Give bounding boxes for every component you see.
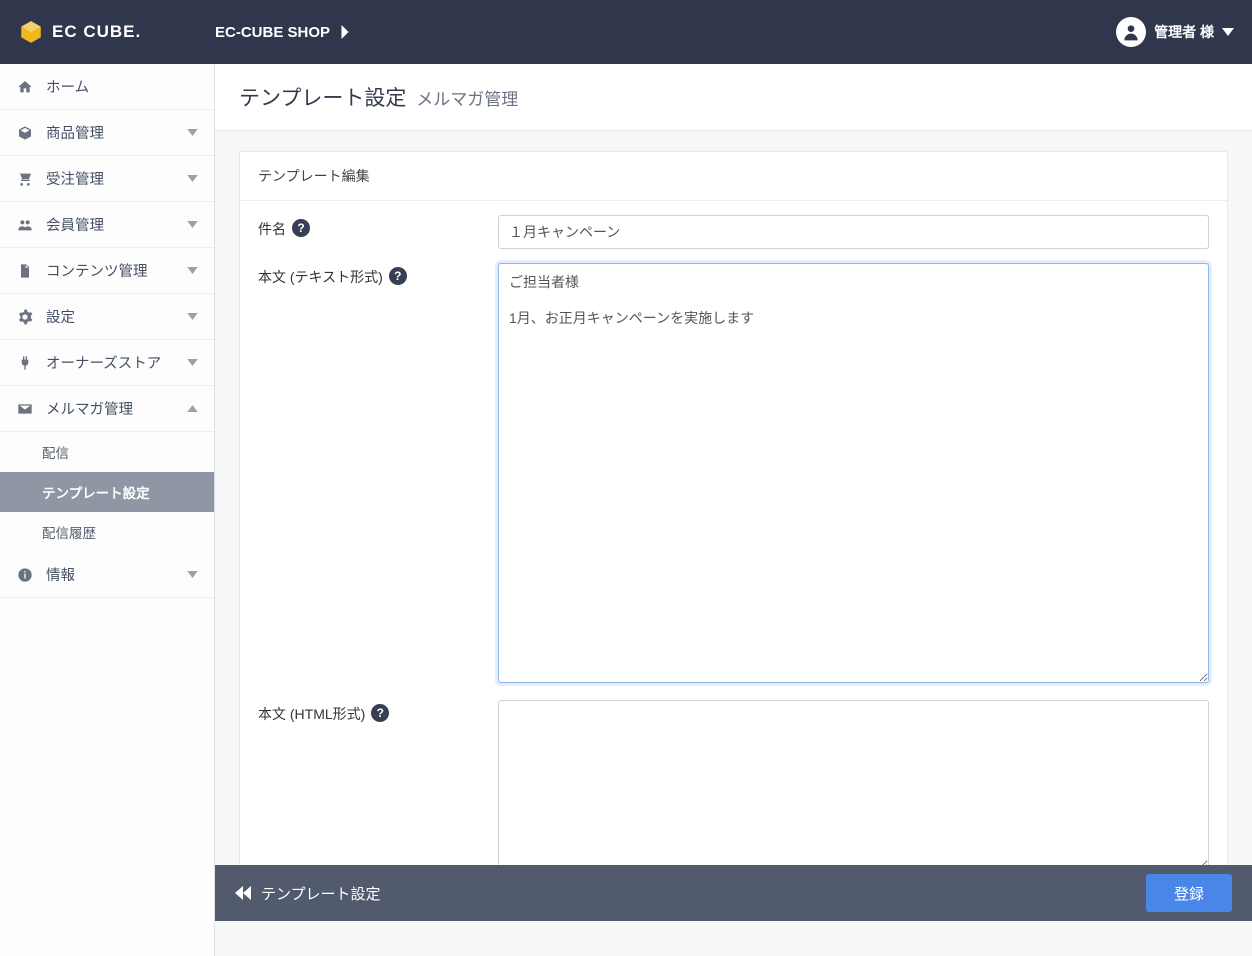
sidebar-item-owner-store[interactable]: オーナーズストア [0,340,214,386]
brand-text: EC CUBE. [52,22,141,42]
cube-icon [16,125,34,141]
sidebar: ホーム 商品管理 受注管理 会員管理 コンテンツ管理 設定 [0,64,215,956]
sidebar-item-label: ホーム [46,76,198,97]
chevron-down-icon [187,129,198,136]
sidebar-item-info[interactable]: 情報 [0,552,214,598]
sidebar-item-label: 受注管理 [46,168,187,189]
global-header: EC CUBE. EC-CUBE SHOP 管理者 様 [0,0,1252,64]
body-text-input[interactable] [498,263,1209,683]
chevron-down-icon [187,175,198,182]
sidebar-item-home[interactable]: ホーム [0,64,214,110]
chevron-down-icon [1222,28,1234,36]
cart-icon [16,171,34,187]
user-menu[interactable]: 管理者 様 [1116,17,1234,47]
sidebar-item-content[interactable]: コンテンツ管理 [0,248,214,294]
sidebar-item-mailmag[interactable]: メルマガ管理 [0,386,214,432]
shop-selector[interactable]: EC-CUBE SHOP [215,24,350,41]
page-title: テンプレート設定 メルマガ管理 [215,64,1252,131]
shop-name-label: EC-CUBE SHOP [215,24,330,41]
rewind-icon [235,886,251,900]
users-icon [16,217,34,233]
file-icon [16,263,34,279]
chevron-down-icon [187,267,198,274]
sidebar-item-member[interactable]: 会員管理 [0,202,214,248]
chevron-up-icon [187,405,198,412]
user-label: 管理者 様 [1154,22,1214,42]
sidebar-item-label: メルマガ管理 [46,398,187,419]
brand-logo[interactable]: EC CUBE. [18,19,215,45]
help-icon[interactable]: ? [389,267,407,285]
back-link[interactable]: テンプレート設定 [235,883,381,904]
sidebar-item-label: 会員管理 [46,214,187,235]
sidebar-item-label: 設定 [46,306,187,327]
template-edit-card: テンプレート編集 件名 ? 本文 (テキスト形式) ? [239,151,1228,892]
label-body-html: 本文 (HTML形式) ? [258,700,498,873]
sidebar-item-setting[interactable]: 設定 [0,294,214,340]
chevron-down-icon [187,313,198,320]
body-html-input[interactable] [498,700,1209,870]
sidebar-item-order[interactable]: 受注管理 [0,156,214,202]
envelope-icon [16,401,34,417]
cube-icon [18,19,44,45]
sidebar-item-label: 情報 [46,564,187,585]
action-footer: テンプレート設定 登録 [215,865,1252,921]
help-icon[interactable]: ? [292,219,310,237]
home-icon [16,79,34,95]
card-header: テンプレート編集 [240,152,1227,201]
info-icon [16,567,34,583]
subject-input[interactable] [498,215,1209,249]
sidebar-sub-send[interactable]: 配信 [0,432,214,472]
sidebar-item-label: コンテンツ管理 [46,260,187,281]
sidebar-item-label: オーナーズストア [46,352,187,373]
user-icon [1116,17,1146,47]
sidebar-item-label: 商品管理 [46,122,187,143]
submit-button[interactable]: 登録 [1146,874,1232,912]
chevron-down-icon [187,571,198,578]
sidebar-item-product[interactable]: 商品管理 [0,110,214,156]
help-icon[interactable]: ? [371,704,389,722]
label-subject: 件名 ? [258,215,498,249]
label-body-text: 本文 (テキスト形式) ? [258,263,498,686]
sidebar-sub-template[interactable]: テンプレート設定 [0,472,214,512]
gear-icon [16,309,34,325]
back-label: テンプレート設定 [261,883,381,904]
chevron-down-icon [187,359,198,366]
page-title-main: テンプレート設定 [239,87,406,110]
chevron-right-icon [340,25,350,39]
plug-icon [16,355,34,371]
main-content: テンプレート設定 メルマガ管理 テンプレート編集 件名 ? 本文 (テキスト形式… [215,64,1252,956]
page-title-sub: メルマガ管理 [416,90,518,109]
sidebar-sub-history[interactable]: 配信履歴 [0,512,214,552]
chevron-down-icon [187,221,198,228]
